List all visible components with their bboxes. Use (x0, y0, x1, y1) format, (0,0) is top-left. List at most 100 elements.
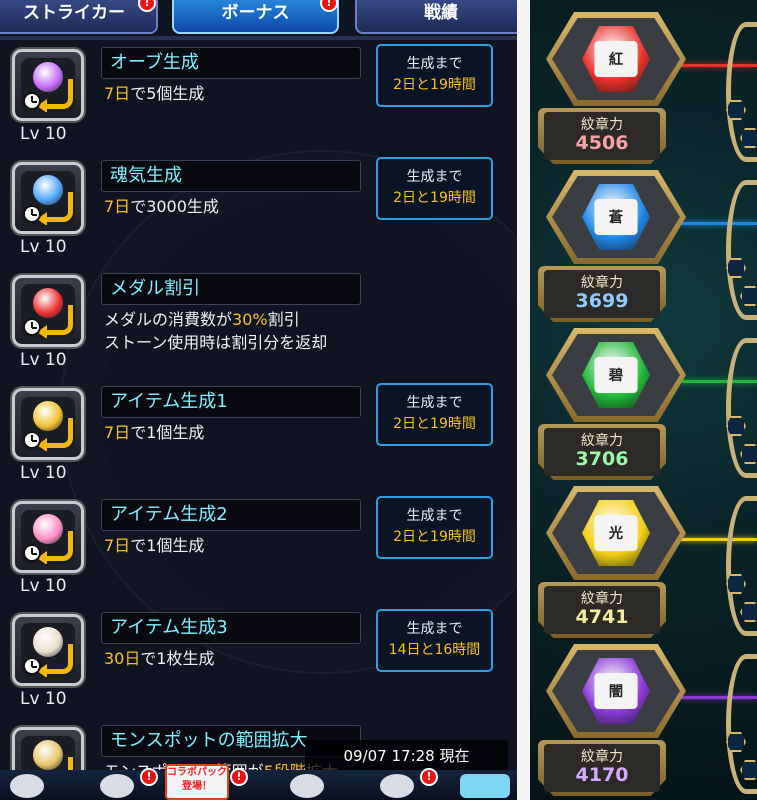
bonus-description: 30日で1枚生成 (104, 647, 215, 670)
nav-home-icon[interactable] (10, 774, 44, 798)
cycle-arrow-icon (37, 531, 73, 564)
element-label: 蒼 (594, 199, 638, 235)
icon-artwork (21, 623, 75, 677)
tab-record[interactable]: 戦績 (355, 0, 517, 34)
timer-label: 生成まで (406, 56, 463, 72)
crest-panel: 紅紋章力 4506 蒼紋章力 3699 碧紋章力 3706 光紋章力 4741 闇紋章力 4170 (530, 0, 757, 800)
tab-striker[interactable]: ストライカー (0, 0, 158, 34)
element-label: 紅 (594, 41, 638, 77)
crest-power-label: 紋章力 (581, 433, 623, 449)
cycle-arrow-icon (37, 418, 73, 451)
crest-power-value: 3706 (575, 448, 629, 470)
generation-timer: 生成まで 2日と19時間 (376, 496, 493, 559)
bonus-row[interactable]: Lv 10 魂気生成 7日で3000生成 生成まで 2日と19時間 (0, 153, 517, 266)
bonus-level: Lv 10 (20, 576, 67, 596)
crest-row[interactable]: 紅紋章力 4506 (530, 12, 757, 170)
nav-alert-badge: ! (420, 768, 438, 786)
bonus-title: オーブ生成 (101, 47, 361, 79)
bonus-row[interactable]: Lv 10 アイテム生成2 7日で1個生成 生成まで 2日と19時間 (0, 492, 517, 605)
bonus-level: Lv 10 (20, 350, 67, 370)
timer-value: 2日と19時間 (393, 77, 476, 93)
cycle-arrow-icon (37, 305, 73, 338)
tab-bar: ストライカー ! ボーナス ! 戦績 (0, 0, 517, 36)
heart-potion-icon (12, 501, 84, 573)
nav-shop-icon[interactable] (380, 774, 414, 798)
promo-line-2: 登場！ (182, 781, 212, 792)
clock-icon (23, 205, 41, 223)
cycle-arrow-icon (37, 79, 73, 112)
nav-gacha-icon[interactable] (100, 774, 134, 798)
promo-line-1: コラボパック (167, 767, 227, 778)
cycle-arrow-icon (37, 644, 73, 677)
timer-value: 2日と19時間 (393, 529, 476, 545)
clock-icon (23, 318, 41, 336)
bonus-row[interactable]: Lv 10 アイテム生成1 7日で1個生成 生成まで 2日と19時間 (0, 379, 517, 492)
bonus-row[interactable]: Lv 10 オーブ生成 7日で5個生成 生成まで 2日と19時間 (0, 40, 517, 153)
crest-row[interactable]: 光紋章力 4741 (530, 486, 757, 644)
bonus-desc-line: 7日で5個生成 (104, 84, 205, 103)
bonus-title: アイテム生成1 (101, 386, 361, 418)
nav-alert-badge: ! (140, 768, 158, 786)
timer-value: 14日と16時間 (388, 642, 481, 658)
bonus-desc-line: ストーン使用時は割引分を返却 (104, 333, 328, 352)
crest-power-label: 紋章力 (581, 749, 623, 765)
crest-power-value: 4170 (575, 764, 629, 786)
crest-power-label: 紋章力 (581, 117, 623, 133)
generation-timer: 生成まで 2日と19時間 (376, 44, 493, 107)
bell-icon (12, 388, 84, 460)
screen-divider (517, 0, 530, 800)
bonus-desc-line: 30日で1枚生成 (104, 649, 215, 668)
bonus-level: Lv 10 (20, 237, 67, 257)
crest-power-label: 紋章力 (581, 591, 623, 607)
element-label: 碧 (594, 357, 638, 393)
crest-power-label: 紋章力 (581, 275, 623, 291)
rainbow-orb-icon (12, 49, 84, 121)
bonus-title: アイテム生成2 (101, 499, 361, 531)
bonus-desc-line: 7日で1個生成 (104, 423, 205, 442)
bonus-desc-line: メダルの消費数が30%割引 (104, 310, 300, 329)
clock-icon (23, 92, 41, 110)
timer-label: 生成まで (406, 395, 463, 411)
cycle-arrow-icon (37, 192, 73, 225)
bonus-level: Lv 10 (20, 689, 67, 709)
generation-timer: 生成まで 2日と19時間 (376, 383, 493, 446)
crest-row[interactable]: 闇紋章力 4170 (530, 644, 757, 800)
bonus-desc-line: 7日で1個生成 (104, 536, 205, 555)
nav-friends-icon[interactable] (290, 774, 324, 798)
bonus-description: 7日で1個生成 (104, 534, 204, 557)
crest-power-value: 3699 (575, 290, 629, 312)
bonus-title: 魂気生成 (101, 160, 361, 192)
bonus-panel: ストライカー ! ボーナス ! 戦績 Lv 10 オーブ生成 7日で5個生成 生成まで… (0, 0, 517, 800)
clock-icon (23, 544, 41, 562)
timer-label: 生成まで (406, 508, 463, 524)
element-label: 光 (594, 515, 638, 551)
timer-value: 2日と19時間 (393, 190, 476, 206)
generation-timer: 生成まで 2日と19時間 (376, 157, 493, 220)
bonus-row[interactable]: Lv 10 メダル割引 メダルの消費数が30%割引 ストーン使用時は割引分を返却 (0, 266, 517, 379)
tab-bonus[interactable]: ボーナス (172, 0, 339, 34)
bonus-description: 7日で5個生成 (104, 82, 204, 105)
scroll-icon (12, 614, 84, 686)
timer-label: 生成まで (406, 621, 463, 637)
bonus-description: 7日で3000生成 (104, 195, 219, 218)
bonus-level: Lv 10 (20, 124, 67, 144)
status-timestamp: 09/07 17:28 現在 (305, 740, 508, 772)
element-label: 闇 (594, 673, 638, 709)
icon-artwork (21, 171, 75, 225)
crest-power-value: 4741 (575, 606, 629, 628)
nav-alert-badge: ! (230, 768, 248, 786)
nav-collab-pack-promo[interactable]: コラボパック 登場！ (165, 764, 229, 800)
crest-power-value: 4506 (575, 132, 629, 154)
nav-menu-icon[interactable] (460, 774, 510, 798)
bonus-level: Lv 10 (20, 463, 67, 483)
icon-artwork (21, 284, 75, 338)
crest-row[interactable]: 蒼紋章力 3699 (530, 170, 757, 328)
bonus-row[interactable]: Lv 10 アイテム生成3 30日で1枚生成 生成まで 14日と16時間 (0, 605, 517, 718)
clock-icon (23, 431, 41, 449)
bonus-desc-line: 7日で3000生成 (104, 197, 219, 216)
icon-artwork (21, 510, 75, 564)
bottom-nav: ! コラボパック 登場！ ! ! (0, 764, 517, 800)
clock-icon (23, 657, 41, 675)
blue-flame-icon (12, 162, 84, 234)
crest-row[interactable]: 碧紋章力 3706 (530, 328, 757, 486)
